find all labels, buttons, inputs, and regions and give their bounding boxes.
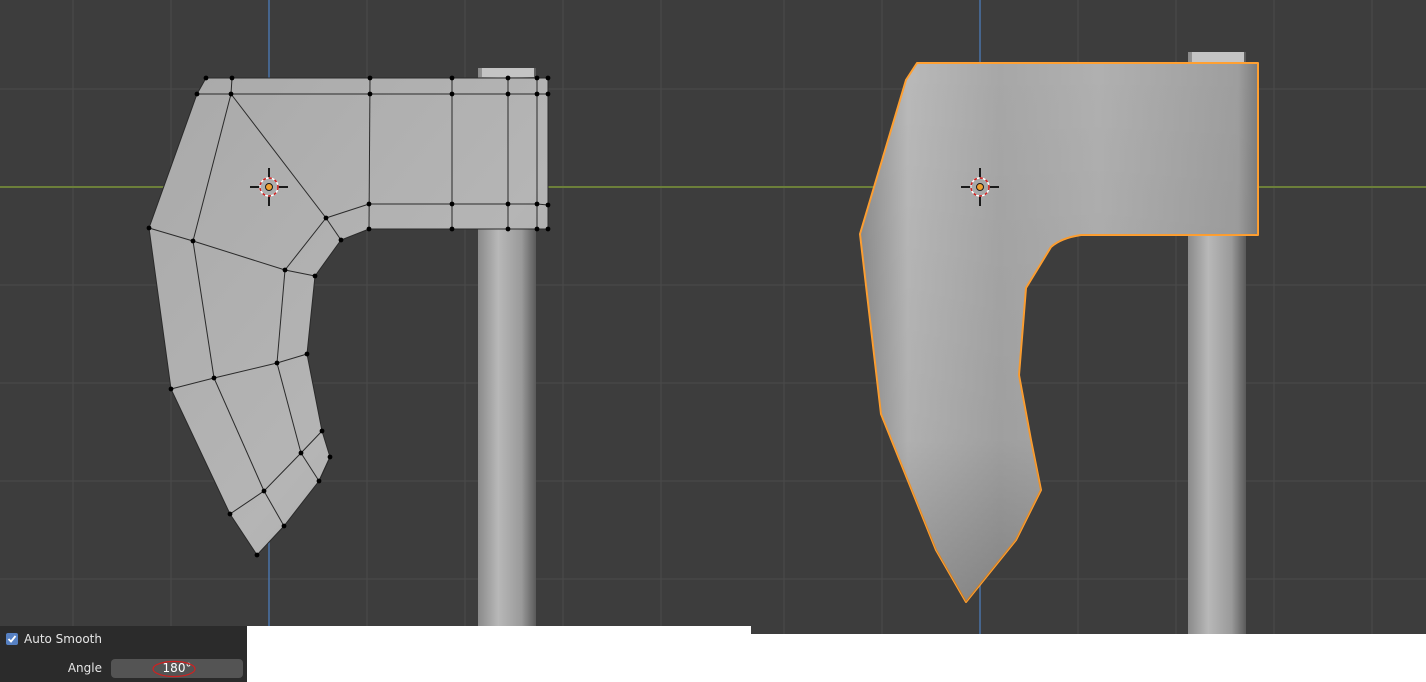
angle-value-field[interactable]: 180° <box>111 659 243 678</box>
right-viewport-canvas[interactable] <box>751 0 1426 634</box>
blank-area-right <box>751 634 1426 682</box>
blank-area <box>247 626 751 682</box>
origin-dot-icon <box>976 183 984 191</box>
angle-label: Angle <box>67 661 102 675</box>
checkbox-check-icon <box>7 635 17 643</box>
operator-panel-auto-smooth: Auto Smooth Angle 180° <box>0 626 247 682</box>
auto-smooth-row[interactable]: Auto Smooth <box>6 632 102 646</box>
auto-smooth-label: Auto Smooth <box>24 632 102 646</box>
pole-top-cap <box>1192 52 1244 62</box>
left-3d-viewport[interactable] <box>0 0 751 682</box>
left-viewport-canvas[interactable] <box>0 0 751 682</box>
auto-smooth-checkbox[interactable] <box>6 633 18 645</box>
origin-dot-icon <box>265 183 273 191</box>
right-3d-viewport[interactable] <box>751 0 1426 634</box>
